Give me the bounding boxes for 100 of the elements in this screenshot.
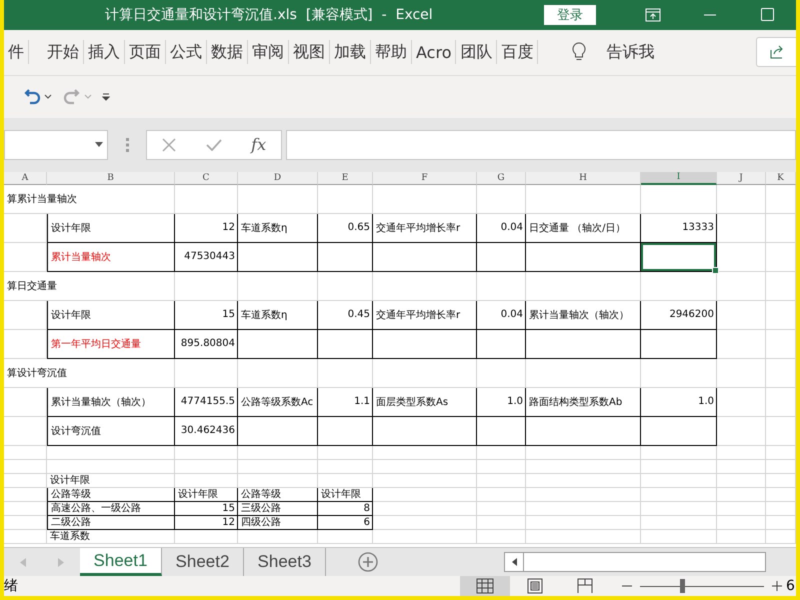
customize-button[interactable]: [100, 90, 112, 103]
table-cell[interactable]: 8: [318, 502, 373, 516]
name-box[interactable]: [4, 130, 108, 160]
table-cell[interactable]: 日交通量 （轴次/日）: [526, 214, 641, 243]
table-cell[interactable]: [373, 242, 477, 272]
table-cell[interactable]: 13333: [641, 214, 717, 243]
table-cell[interactable]: 三级公路: [238, 502, 318, 516]
cancel-icon[interactable]: [162, 138, 176, 152]
table-cell[interactable]: [238, 416, 318, 446]
share-button[interactable]: [756, 37, 796, 68]
table-cell[interactable]: 累计当量轴次（轴次）: [526, 300, 641, 330]
slider-thumb[interactable]: [680, 579, 685, 593]
ribbon-tab[interactable]: 开始: [43, 40, 84, 64]
table-cell[interactable]: [318, 330, 373, 359]
table-cell[interactable]: [318, 242, 373, 272]
ribbon-tab[interactable]: 加载: [330, 40, 371, 64]
table-cell[interactable]: 第一年平均日交通量: [47, 330, 175, 359]
table-cell[interactable]: 12: [175, 516, 238, 530]
table-cell[interactable]: [238, 330, 318, 359]
table-cell[interactable]: [641, 416, 717, 446]
table-cell[interactable]: 路面结构类型系数Ab: [526, 388, 641, 417]
column-header[interactable]: B: [47, 172, 175, 185]
formula-input[interactable]: [286, 130, 796, 160]
table-cell[interactable]: 12: [175, 214, 238, 243]
horizontal-scrollbar[interactable]: [504, 552, 766, 572]
table-cell[interactable]: 二级公路: [47, 516, 175, 530]
table-cell[interactable]: [373, 330, 477, 359]
table-cell[interactable]: 公路等级: [47, 488, 175, 502]
table-cell[interactable]: [526, 242, 641, 272]
view-button[interactable]: [460, 576, 510, 596]
table-cell[interactable]: 设计弯沉值: [47, 416, 175, 446]
table-cell[interactable]: 15: [175, 300, 238, 330]
table-cell[interactable]: 累计当量轴次（轴次）: [47, 388, 175, 417]
column-header[interactable]: G: [477, 172, 526, 185]
table-cell[interactable]: 累计当量轴次: [47, 242, 175, 272]
table-cell[interactable]: 车道系数η: [238, 300, 318, 330]
table-cell[interactable]: [318, 416, 373, 446]
table-cell[interactable]: [238, 242, 318, 272]
table-cell[interactable]: [641, 330, 717, 359]
column-header[interactable]: F: [373, 172, 477, 185]
table-cell[interactable]: 面层类型系数As: [373, 388, 477, 417]
ribbon-tab[interactable]: 页面: [125, 40, 166, 64]
table-cell[interactable]: 2946200: [641, 300, 717, 330]
ribbon-tab[interactable]: 百度: [497, 40, 538, 64]
minimize-icon[interactable]: [704, 14, 716, 16]
table-cell[interactable]: 6: [318, 516, 373, 530]
table-cell[interactable]: 1.1: [318, 388, 373, 417]
table-cell[interactable]: 算累计当量轴次: [4, 184, 175, 214]
table-cell[interactable]: 47530443: [175, 242, 238, 272]
table-cell[interactable]: 0.04: [477, 300, 526, 330]
table-cell[interactable]: 1.0: [477, 388, 526, 417]
ribbon-tab[interactable]: 公式: [166, 40, 207, 64]
table-cell[interactable]: 交通年平均增长率r: [373, 300, 477, 330]
table-cell[interactable]: [477, 416, 526, 446]
table-cell[interactable]: 车道系数: [47, 530, 175, 544]
table-cell[interactable]: 设计年限: [175, 488, 238, 502]
column-header[interactable]: K: [766, 172, 796, 185]
table-cell[interactable]: 设计年限: [47, 474, 175, 488]
table-cell[interactable]: 0.04: [477, 214, 526, 243]
table-cell[interactable]: [373, 416, 477, 446]
table-cell[interactable]: 4774155.5: [175, 388, 238, 417]
table-cell[interactable]: 设计年限: [47, 214, 175, 243]
ribbon-tab[interactable]: 审阅: [248, 40, 289, 64]
sign-in-button[interactable]: 登录: [544, 4, 596, 25]
column-header[interactable]: J: [717, 172, 766, 185]
column-header[interactable]: H: [526, 172, 641, 185]
check-icon[interactable]: [206, 138, 222, 151]
column-header[interactable]: D: [238, 172, 318, 185]
table-cell[interactable]: 1.0: [641, 388, 717, 417]
table-cell[interactable]: 四级公路: [238, 516, 318, 530]
sheet-tab[interactable]: Sheet1: [80, 548, 162, 576]
table-cell[interactable]: 公路等级系数Ac: [238, 388, 318, 417]
table-cell[interactable]: [477, 242, 526, 272]
table-cell[interactable]: 车道系数η: [238, 214, 318, 243]
table-cell[interactable]: 算日交通量: [4, 272, 175, 301]
insert-function-button[interactable]: fx: [251, 135, 266, 154]
tell-me-button[interactable]: 告诉我: [566, 40, 660, 64]
ribbon-tab[interactable]: 团队: [456, 40, 498, 64]
table-cell[interactable]: 公路等级: [238, 488, 318, 502]
column-header[interactable]: C: [175, 172, 238, 185]
table-cell[interactable]: 15: [175, 502, 238, 516]
column-header[interactable]: I: [641, 172, 717, 185]
maximize-icon[interactable]: [760, 8, 774, 22]
ribbon-tab[interactable]: 插入: [84, 40, 125, 64]
table-cell[interactable]: 交通年平均增长率r: [373, 214, 477, 243]
ribbon-tab[interactable]: 视图: [289, 40, 330, 64]
table-cell[interactable]: 0.45: [318, 300, 373, 330]
ribbon-tab[interactable]: 件: [4, 40, 29, 64]
ribbon-tab[interactable]: 数据: [207, 40, 248, 64]
column-header[interactable]: A: [4, 172, 47, 185]
table-cell[interactable]: 设计年限: [47, 300, 175, 330]
table-cell[interactable]: [526, 416, 641, 446]
table-cell[interactable]: 设计年限: [318, 488, 373, 502]
table-cell[interactable]: 895.80804: [175, 330, 238, 359]
table-cell[interactable]: [526, 330, 641, 359]
table-cell[interactable]: 算设计弯沉值: [4, 358, 175, 388]
ribbon-tab[interactable]: 帮助: [371, 40, 412, 64]
table-cell[interactable]: 0.65: [318, 214, 373, 243]
table-cell[interactable]: [477, 330, 526, 359]
table-cell[interactable]: 高速公路、一级公路: [47, 502, 175, 516]
